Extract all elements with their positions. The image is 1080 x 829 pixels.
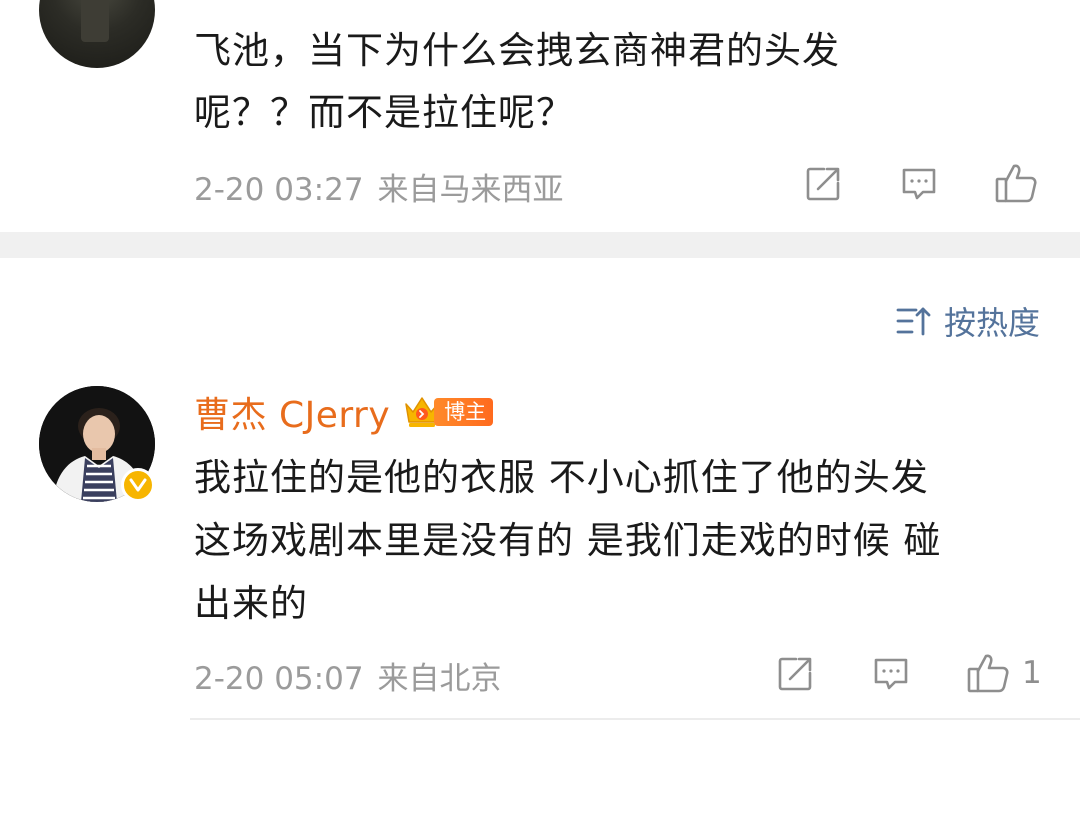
verified-v-icon bbox=[129, 478, 147, 492]
sort-label: 按热度 bbox=[943, 304, 1040, 342]
comment-source: 来自北京 bbox=[377, 661, 502, 697]
sort-icon bbox=[896, 307, 931, 336]
comment-thread: 飞池，当下为什么会拽玄商神君的头发 呢？？而不是拉住呢？ 2-20 03:27 来… bbox=[0, 0, 1080, 829]
comment-meta: 2-20 03:27 来自马来西亚 bbox=[194, 164, 564, 209]
verified-badge bbox=[121, 468, 155, 502]
blogger-tag: 博主 bbox=[434, 398, 494, 426]
section-separator bbox=[0, 232, 1080, 258]
username[interactable]: 曹杰 CJerry bbox=[194, 386, 390, 438]
comment-item-top: 飞池，当下为什么会拽玄商神君的头发 呢？？而不是拉住呢？ 2-20 03:27 来… bbox=[0, 0, 1080, 232]
repost-button[interactable] bbox=[776, 655, 814, 693]
repost-icon bbox=[778, 657, 812, 691]
sort-by-hot-button[interactable]: 按热度 bbox=[896, 298, 1040, 344]
reply-button[interactable] bbox=[872, 655, 910, 693]
comment-text: 飞池，当下为什么会拽玄商神君的头发 呢？？而不是拉住呢？ bbox=[194, 20, 954, 144]
comment-text-line: 我拉住的是他的衣服 不小心抓住了他的头发 bbox=[194, 456, 929, 499]
comment-icon bbox=[874, 658, 908, 690]
comment-text-line: 呢？？而不是拉住呢？ bbox=[194, 91, 574, 134]
comment-text-line: 这场戏剧本里是没有的 是我们走戏的时候 碰 bbox=[194, 519, 942, 562]
comment-author-row: 曹杰 CJerry 博主 bbox=[194, 386, 494, 438]
comment-icon bbox=[902, 168, 936, 200]
repost-button[interactable] bbox=[804, 165, 842, 203]
comment-divider bbox=[190, 718, 1080, 720]
like-count: 1 bbox=[1022, 655, 1042, 691]
comment-meta: 2-20 05:07 来自北京 bbox=[194, 653, 502, 698]
comment-time: 2-20 05:07 bbox=[194, 661, 364, 697]
comment-text: 我拉住的是他的衣服 不小心抓住了他的头发 这场戏剧本里是没有的 是我们走戏的时候… bbox=[194, 446, 1044, 635]
thumbs-up-icon bbox=[995, 164, 1037, 203]
comment-source: 来自马来西亚 bbox=[377, 172, 564, 208]
like-button[interactable] bbox=[994, 162, 1038, 204]
reply-button[interactable] bbox=[900, 165, 938, 203]
like-button[interactable]: 1 bbox=[966, 652, 1042, 694]
comment-time: 2-20 03:27 bbox=[194, 172, 364, 208]
thumbs-up-icon bbox=[967, 654, 1009, 693]
comment-text-line: 飞池，当下为什么会拽玄商神君的头发 bbox=[194, 29, 840, 72]
blogger-badge: 博主 bbox=[402, 394, 494, 430]
comment-text-line: 出来的 bbox=[194, 582, 308, 625]
avatar-figure bbox=[81, 0, 109, 42]
avatar[interactable] bbox=[39, 0, 155, 68]
repost-icon bbox=[806, 167, 840, 201]
